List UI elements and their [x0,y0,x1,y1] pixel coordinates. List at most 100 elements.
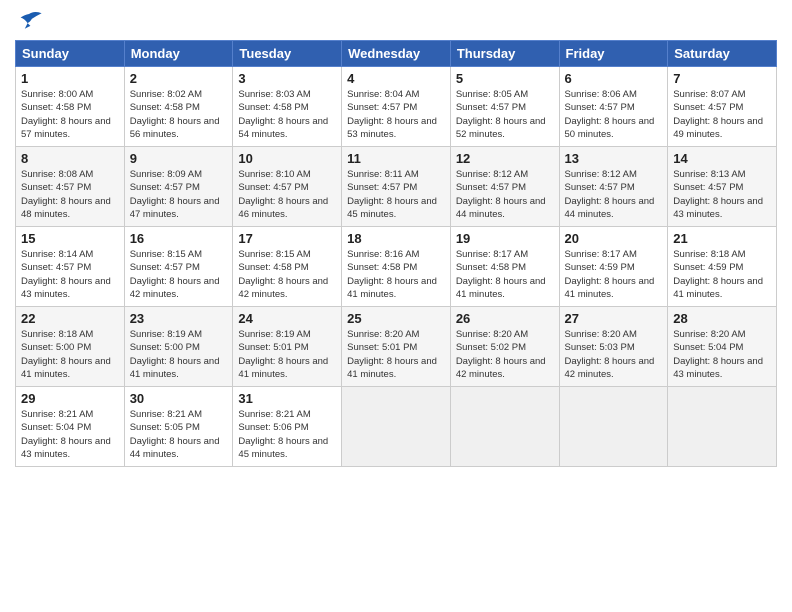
calendar-cell: 31 Sunrise: 8:21 AMSunset: 5:06 PMDaylig… [233,387,342,467]
calendar-header-friday: Friday [559,41,668,67]
day-number: 13 [565,151,663,166]
day-info: Sunrise: 8:15 AMSunset: 4:58 PMDaylight:… [238,248,336,301]
day-info: Sunrise: 8:19 AMSunset: 5:00 PMDaylight:… [130,328,228,381]
day-number: 20 [565,231,663,246]
day-number: 9 [130,151,228,166]
calendar-cell: 26 Sunrise: 8:20 AMSunset: 5:02 PMDaylig… [450,307,559,387]
day-number: 15 [21,231,119,246]
calendar-cell [668,387,777,467]
day-number: 7 [673,71,771,86]
day-info: Sunrise: 8:09 AMSunset: 4:57 PMDaylight:… [130,168,228,221]
day-number: 23 [130,311,228,326]
day-number: 16 [130,231,228,246]
day-number: 21 [673,231,771,246]
calendar-cell: 1 Sunrise: 8:00 AMSunset: 4:58 PMDayligh… [16,67,125,147]
calendar-cell: 10 Sunrise: 8:10 AMSunset: 4:57 PMDaylig… [233,147,342,227]
day-info: Sunrise: 8:03 AMSunset: 4:58 PMDaylight:… [238,88,336,141]
calendar-cell: 4 Sunrise: 8:04 AMSunset: 4:57 PMDayligh… [342,67,451,147]
calendar-cell: 25 Sunrise: 8:20 AMSunset: 5:01 PMDaylig… [342,307,451,387]
day-number: 22 [21,311,119,326]
day-info: Sunrise: 8:19 AMSunset: 5:01 PMDaylight:… [238,328,336,381]
calendar-cell: 18 Sunrise: 8:16 AMSunset: 4:58 PMDaylig… [342,227,451,307]
day-info: Sunrise: 8:12 AMSunset: 4:57 PMDaylight:… [456,168,554,221]
day-info: Sunrise: 8:18 AMSunset: 4:59 PMDaylight:… [673,248,771,301]
day-number: 26 [456,311,554,326]
day-number: 1 [21,71,119,86]
day-info: Sunrise: 8:05 AMSunset: 4:57 PMDaylight:… [456,88,554,141]
day-number: 31 [238,391,336,406]
calendar-cell: 23 Sunrise: 8:19 AMSunset: 5:00 PMDaylig… [124,307,233,387]
calendar-cell: 13 Sunrise: 8:12 AMSunset: 4:57 PMDaylig… [559,147,668,227]
calendar-cell: 2 Sunrise: 8:02 AMSunset: 4:58 PMDayligh… [124,67,233,147]
day-info: Sunrise: 8:04 AMSunset: 4:57 PMDaylight:… [347,88,445,141]
day-info: Sunrise: 8:20 AMSunset: 5:04 PMDaylight:… [673,328,771,381]
calendar-cell: 29 Sunrise: 8:21 AMSunset: 5:04 PMDaylig… [16,387,125,467]
calendar-cell: 5 Sunrise: 8:05 AMSunset: 4:57 PMDayligh… [450,67,559,147]
calendar-week-3: 15 Sunrise: 8:14 AMSunset: 4:57 PMDaylig… [16,227,777,307]
calendar-header-wednesday: Wednesday [342,41,451,67]
day-info: Sunrise: 8:18 AMSunset: 5:00 PMDaylight:… [21,328,119,381]
day-number: 10 [238,151,336,166]
day-number: 2 [130,71,228,86]
day-number: 25 [347,311,445,326]
calendar-cell: 14 Sunrise: 8:13 AMSunset: 4:57 PMDaylig… [668,147,777,227]
day-info: Sunrise: 8:00 AMSunset: 4:58 PMDaylight:… [21,88,119,141]
day-info: Sunrise: 8:20 AMSunset: 5:03 PMDaylight:… [565,328,663,381]
calendar-cell: 17 Sunrise: 8:15 AMSunset: 4:58 PMDaylig… [233,227,342,307]
day-info: Sunrise: 8:07 AMSunset: 4:57 PMDaylight:… [673,88,771,141]
calendar-cell: 11 Sunrise: 8:11 AMSunset: 4:57 PMDaylig… [342,147,451,227]
calendar-cell: 3 Sunrise: 8:03 AMSunset: 4:58 PMDayligh… [233,67,342,147]
page-container: SundayMondayTuesdayWednesdayThursdayFrid… [0,0,792,477]
day-number: 30 [130,391,228,406]
day-info: Sunrise: 8:14 AMSunset: 4:57 PMDaylight:… [21,248,119,301]
calendar-week-5: 29 Sunrise: 8:21 AMSunset: 5:04 PMDaylig… [16,387,777,467]
page-header [15,10,777,32]
calendar-week-2: 8 Sunrise: 8:08 AMSunset: 4:57 PMDayligh… [16,147,777,227]
day-number: 5 [456,71,554,86]
calendar-cell: 8 Sunrise: 8:08 AMSunset: 4:57 PMDayligh… [16,147,125,227]
day-number: 14 [673,151,771,166]
calendar-header-row: SundayMondayTuesdayWednesdayThursdayFrid… [16,41,777,67]
day-number: 3 [238,71,336,86]
calendar-header-monday: Monday [124,41,233,67]
day-number: 11 [347,151,445,166]
day-info: Sunrise: 8:20 AMSunset: 5:01 PMDaylight:… [347,328,445,381]
calendar-week-4: 22 Sunrise: 8:18 AMSunset: 5:00 PMDaylig… [16,307,777,387]
day-number: 17 [238,231,336,246]
day-number: 29 [21,391,119,406]
calendar-header-sunday: Sunday [16,41,125,67]
logo-bird-icon [15,10,43,32]
calendar-cell [450,387,559,467]
day-number: 19 [456,231,554,246]
day-info: Sunrise: 8:02 AMSunset: 4:58 PMDaylight:… [130,88,228,141]
calendar-cell: 21 Sunrise: 8:18 AMSunset: 4:59 PMDaylig… [668,227,777,307]
day-info: Sunrise: 8:21 AMSunset: 5:05 PMDaylight:… [130,408,228,461]
day-number: 6 [565,71,663,86]
calendar-week-1: 1 Sunrise: 8:00 AMSunset: 4:58 PMDayligh… [16,67,777,147]
day-number: 18 [347,231,445,246]
day-info: Sunrise: 8:13 AMSunset: 4:57 PMDaylight:… [673,168,771,221]
logo [15,10,47,32]
day-info: Sunrise: 8:12 AMSunset: 4:57 PMDaylight:… [565,168,663,221]
calendar-cell: 15 Sunrise: 8:14 AMSunset: 4:57 PMDaylig… [16,227,125,307]
day-number: 24 [238,311,336,326]
calendar-cell: 16 Sunrise: 8:15 AMSunset: 4:57 PMDaylig… [124,227,233,307]
day-info: Sunrise: 8:17 AMSunset: 4:58 PMDaylight:… [456,248,554,301]
day-number: 28 [673,311,771,326]
day-info: Sunrise: 8:11 AMSunset: 4:57 PMDaylight:… [347,168,445,221]
day-info: Sunrise: 8:20 AMSunset: 5:02 PMDaylight:… [456,328,554,381]
calendar-cell: 22 Sunrise: 8:18 AMSunset: 5:00 PMDaylig… [16,307,125,387]
day-number: 4 [347,71,445,86]
calendar-cell: 12 Sunrise: 8:12 AMSunset: 4:57 PMDaylig… [450,147,559,227]
day-info: Sunrise: 8:08 AMSunset: 4:57 PMDaylight:… [21,168,119,221]
calendar-cell: 24 Sunrise: 8:19 AMSunset: 5:01 PMDaylig… [233,307,342,387]
day-info: Sunrise: 8:21 AMSunset: 5:04 PMDaylight:… [21,408,119,461]
calendar-cell: 7 Sunrise: 8:07 AMSunset: 4:57 PMDayligh… [668,67,777,147]
calendar-cell [342,387,451,467]
day-number: 27 [565,311,663,326]
calendar-header-saturday: Saturday [668,41,777,67]
calendar-cell: 30 Sunrise: 8:21 AMSunset: 5:05 PMDaylig… [124,387,233,467]
day-info: Sunrise: 8:17 AMSunset: 4:59 PMDaylight:… [565,248,663,301]
calendar-cell [559,387,668,467]
day-number: 12 [456,151,554,166]
